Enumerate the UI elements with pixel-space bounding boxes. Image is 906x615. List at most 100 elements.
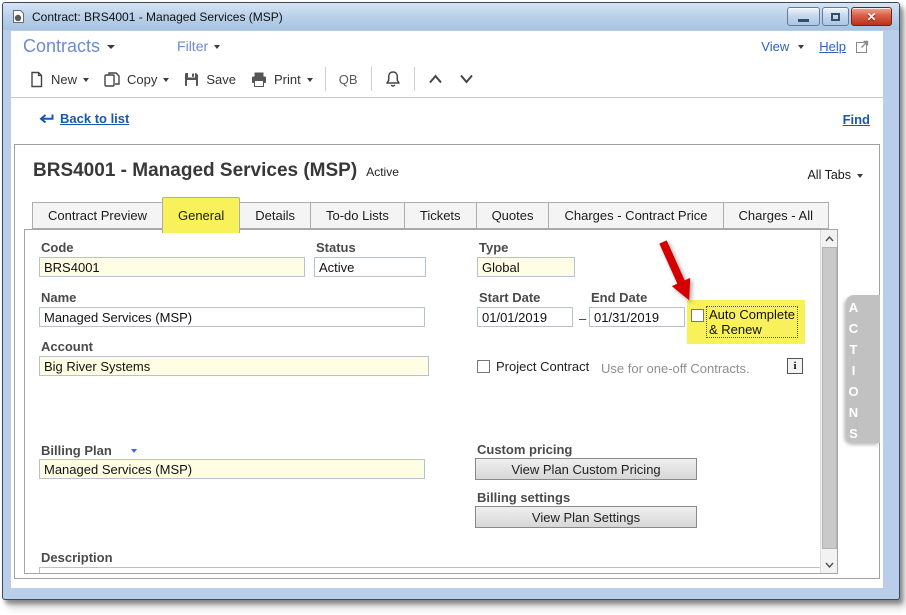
screenshot-stage: Contract: BRS4001 - Managed Services (MS…	[0, 0, 906, 615]
new-button[interactable]: New	[21, 71, 96, 88]
scrollbar-thumb[interactable]	[822, 247, 837, 549]
copy-icon	[104, 71, 120, 87]
scroll-up-button[interactable]	[821, 230, 837, 247]
contracts-menu-label: Contracts	[23, 35, 101, 56]
back-arrow-icon	[39, 113, 54, 123]
app-surface: Contracts Filter View Help New Copy Save…	[11, 31, 883, 588]
status-field[interactable]	[314, 257, 426, 277]
auto-complete-line1: Auto Complete	[709, 307, 795, 322]
start-date-field[interactable]	[477, 307, 573, 327]
vertical-scrollbar[interactable]	[820, 230, 837, 573]
tab-tickets[interactable]: Tickets	[403, 202, 477, 229]
view-plan-settings-button[interactable]: View Plan Settings	[475, 506, 697, 528]
window-titlebar[interactable]: Contract: BRS4001 - Managed Services (MS…	[3, 3, 899, 30]
project-contract-row: Project Contract	[477, 359, 589, 374]
tab-todo-lists[interactable]: To-do Lists	[309, 202, 405, 229]
billing-plan-dropdown-icon[interactable]	[131, 449, 137, 453]
description-label: Description	[41, 550, 113, 565]
status-badge: Active	[366, 165, 399, 179]
start-date-label: Start Date	[479, 290, 541, 305]
billing-plan-label: Billing Plan	[41, 443, 112, 458]
scroll-down-icon	[825, 562, 834, 568]
end-date-field[interactable]	[589, 307, 685, 327]
custom-pricing-label: Custom pricing	[477, 442, 573, 457]
info-icon[interactable]: i	[787, 358, 803, 374]
quickbooks-button[interactable]: QB	[331, 72, 366, 87]
red-annotation-arrow	[655, 238, 715, 308]
close-icon: ✕	[866, 9, 877, 24]
page-header: BRS4001 - Managed Services (MSP) Active	[33, 160, 399, 182]
window-icon	[11, 9, 26, 24]
view-menu[interactable]: View	[761, 39, 789, 54]
print-icon	[252, 72, 267, 87]
copy-button[interactable]: Copy	[96, 71, 176, 88]
minimize-button[interactable]	[787, 7, 820, 26]
next-record-button[interactable]	[451, 73, 482, 85]
project-contract-label: Project Contract	[496, 359, 590, 374]
date-range-separator: –	[579, 311, 587, 326]
help-link[interactable]: Help	[819, 39, 846, 54]
tab-contract-preview[interactable]: Contract Preview	[32, 202, 163, 229]
page-title: BRS4001 - Managed Services (MSP)	[33, 160, 358, 181]
save-button[interactable]: Save	[176, 71, 243, 88]
scroll-down-button[interactable]	[821, 556, 837, 573]
auto-complete-line2: & Renew	[709, 322, 762, 337]
chevron-down-icon[interactable]	[798, 45, 805, 49]
tab-charges-contract-price[interactable]: Charges - Contract Price	[548, 202, 724, 229]
chevron-down-icon	[107, 45, 116, 49]
type-field[interactable]	[477, 257, 575, 277]
toolbar-separator	[370, 67, 372, 91]
toolbar: New Copy Save Print QB	[11, 61, 883, 98]
window-controls: ✕	[787, 7, 892, 26]
previous-record-button[interactable]	[420, 73, 451, 85]
menubar: Contracts Filter View Help	[11, 31, 883, 61]
copy-button-label: Copy	[127, 71, 158, 87]
tab-charges-all[interactable]: Charges - All	[722, 202, 829, 229]
billing-settings-label: Billing settings	[477, 490, 571, 505]
window-title: Contract: BRS4001 - Managed Services (MS…	[32, 9, 283, 24]
type-label: Type	[479, 240, 509, 255]
contracts-menu[interactable]: Contracts	[23, 35, 116, 57]
description-field[interactable]	[39, 567, 821, 573]
print-button[interactable]: Print	[243, 71, 320, 88]
project-contract-hint: Use for one-off Contracts.	[601, 361, 750, 376]
toolbar-separator	[324, 67, 326, 91]
actions-side-tab[interactable]: ACTIONS	[846, 295, 880, 447]
back-to-list-label: Back to list	[60, 111, 130, 126]
popout-icon[interactable]	[855, 38, 871, 54]
name-field[interactable]	[39, 307, 425, 327]
chevron-down-icon	[857, 174, 863, 178]
all-tabs-dropdown[interactable]: All Tabs	[807, 168, 863, 182]
alerts-button[interactable]	[377, 70, 409, 89]
save-icon	[185, 72, 199, 86]
project-contract-checkbox[interactable]	[477, 360, 490, 373]
status-label: Status	[316, 240, 356, 255]
tab-general[interactable]: General	[161, 197, 241, 233]
code-field[interactable]	[39, 257, 305, 277]
close-button[interactable]: ✕	[851, 7, 892, 26]
tab-quotes[interactable]: Quotes	[475, 202, 550, 229]
restore-button[interactable]	[822, 7, 849, 26]
back-to-list-link[interactable]: Back to list	[37, 111, 129, 126]
save-button-label: Save	[206, 71, 237, 87]
contract-page-frame: BRS4001 - Managed Services (MSP) Active …	[14, 144, 880, 579]
find-link[interactable]: Find	[843, 112, 870, 127]
code-label: Code	[41, 240, 74, 255]
all-tabs-label: All Tabs	[807, 168, 851, 182]
general-tab-content: Code Status Type Name Start Date – End D…	[24, 229, 838, 574]
auto-complete-renew-checkbox[interactable]	[691, 309, 704, 322]
chevron-down-icon	[83, 78, 90, 82]
bell-icon	[385, 70, 400, 87]
view-plan-custom-pricing-button[interactable]: View Plan Custom Pricing	[475, 458, 697, 480]
auto-complete-renew-label[interactable]: Auto Complete & Renew	[706, 306, 798, 338]
billing-plan-field[interactable]	[39, 459, 425, 479]
print-button-label: Print	[274, 71, 301, 87]
tab-details[interactable]: Details	[239, 202, 311, 229]
menubar-right: View Help	[761, 38, 883, 54]
name-label: Name	[41, 290, 77, 305]
toolbar-separator	[413, 67, 415, 91]
chevron-down-icon	[163, 78, 170, 82]
account-field[interactable]	[39, 356, 429, 376]
app-window: Contract: BRS4001 - Managed Services (MS…	[2, 2, 900, 600]
filter-menu[interactable]: Filter	[177, 38, 221, 54]
